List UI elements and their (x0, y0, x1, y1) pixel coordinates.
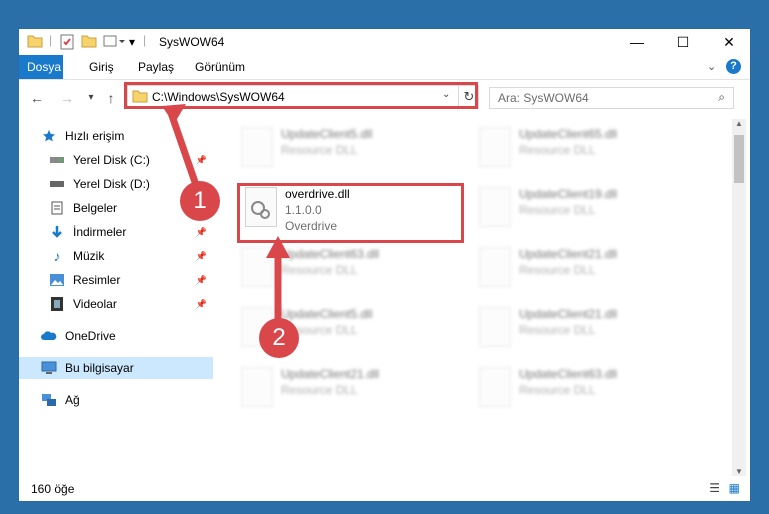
step-badge-2: 2 (259, 318, 299, 358)
annotation-arrows (162, 104, 290, 320)
step-badge-1: 1 (180, 181, 220, 221)
